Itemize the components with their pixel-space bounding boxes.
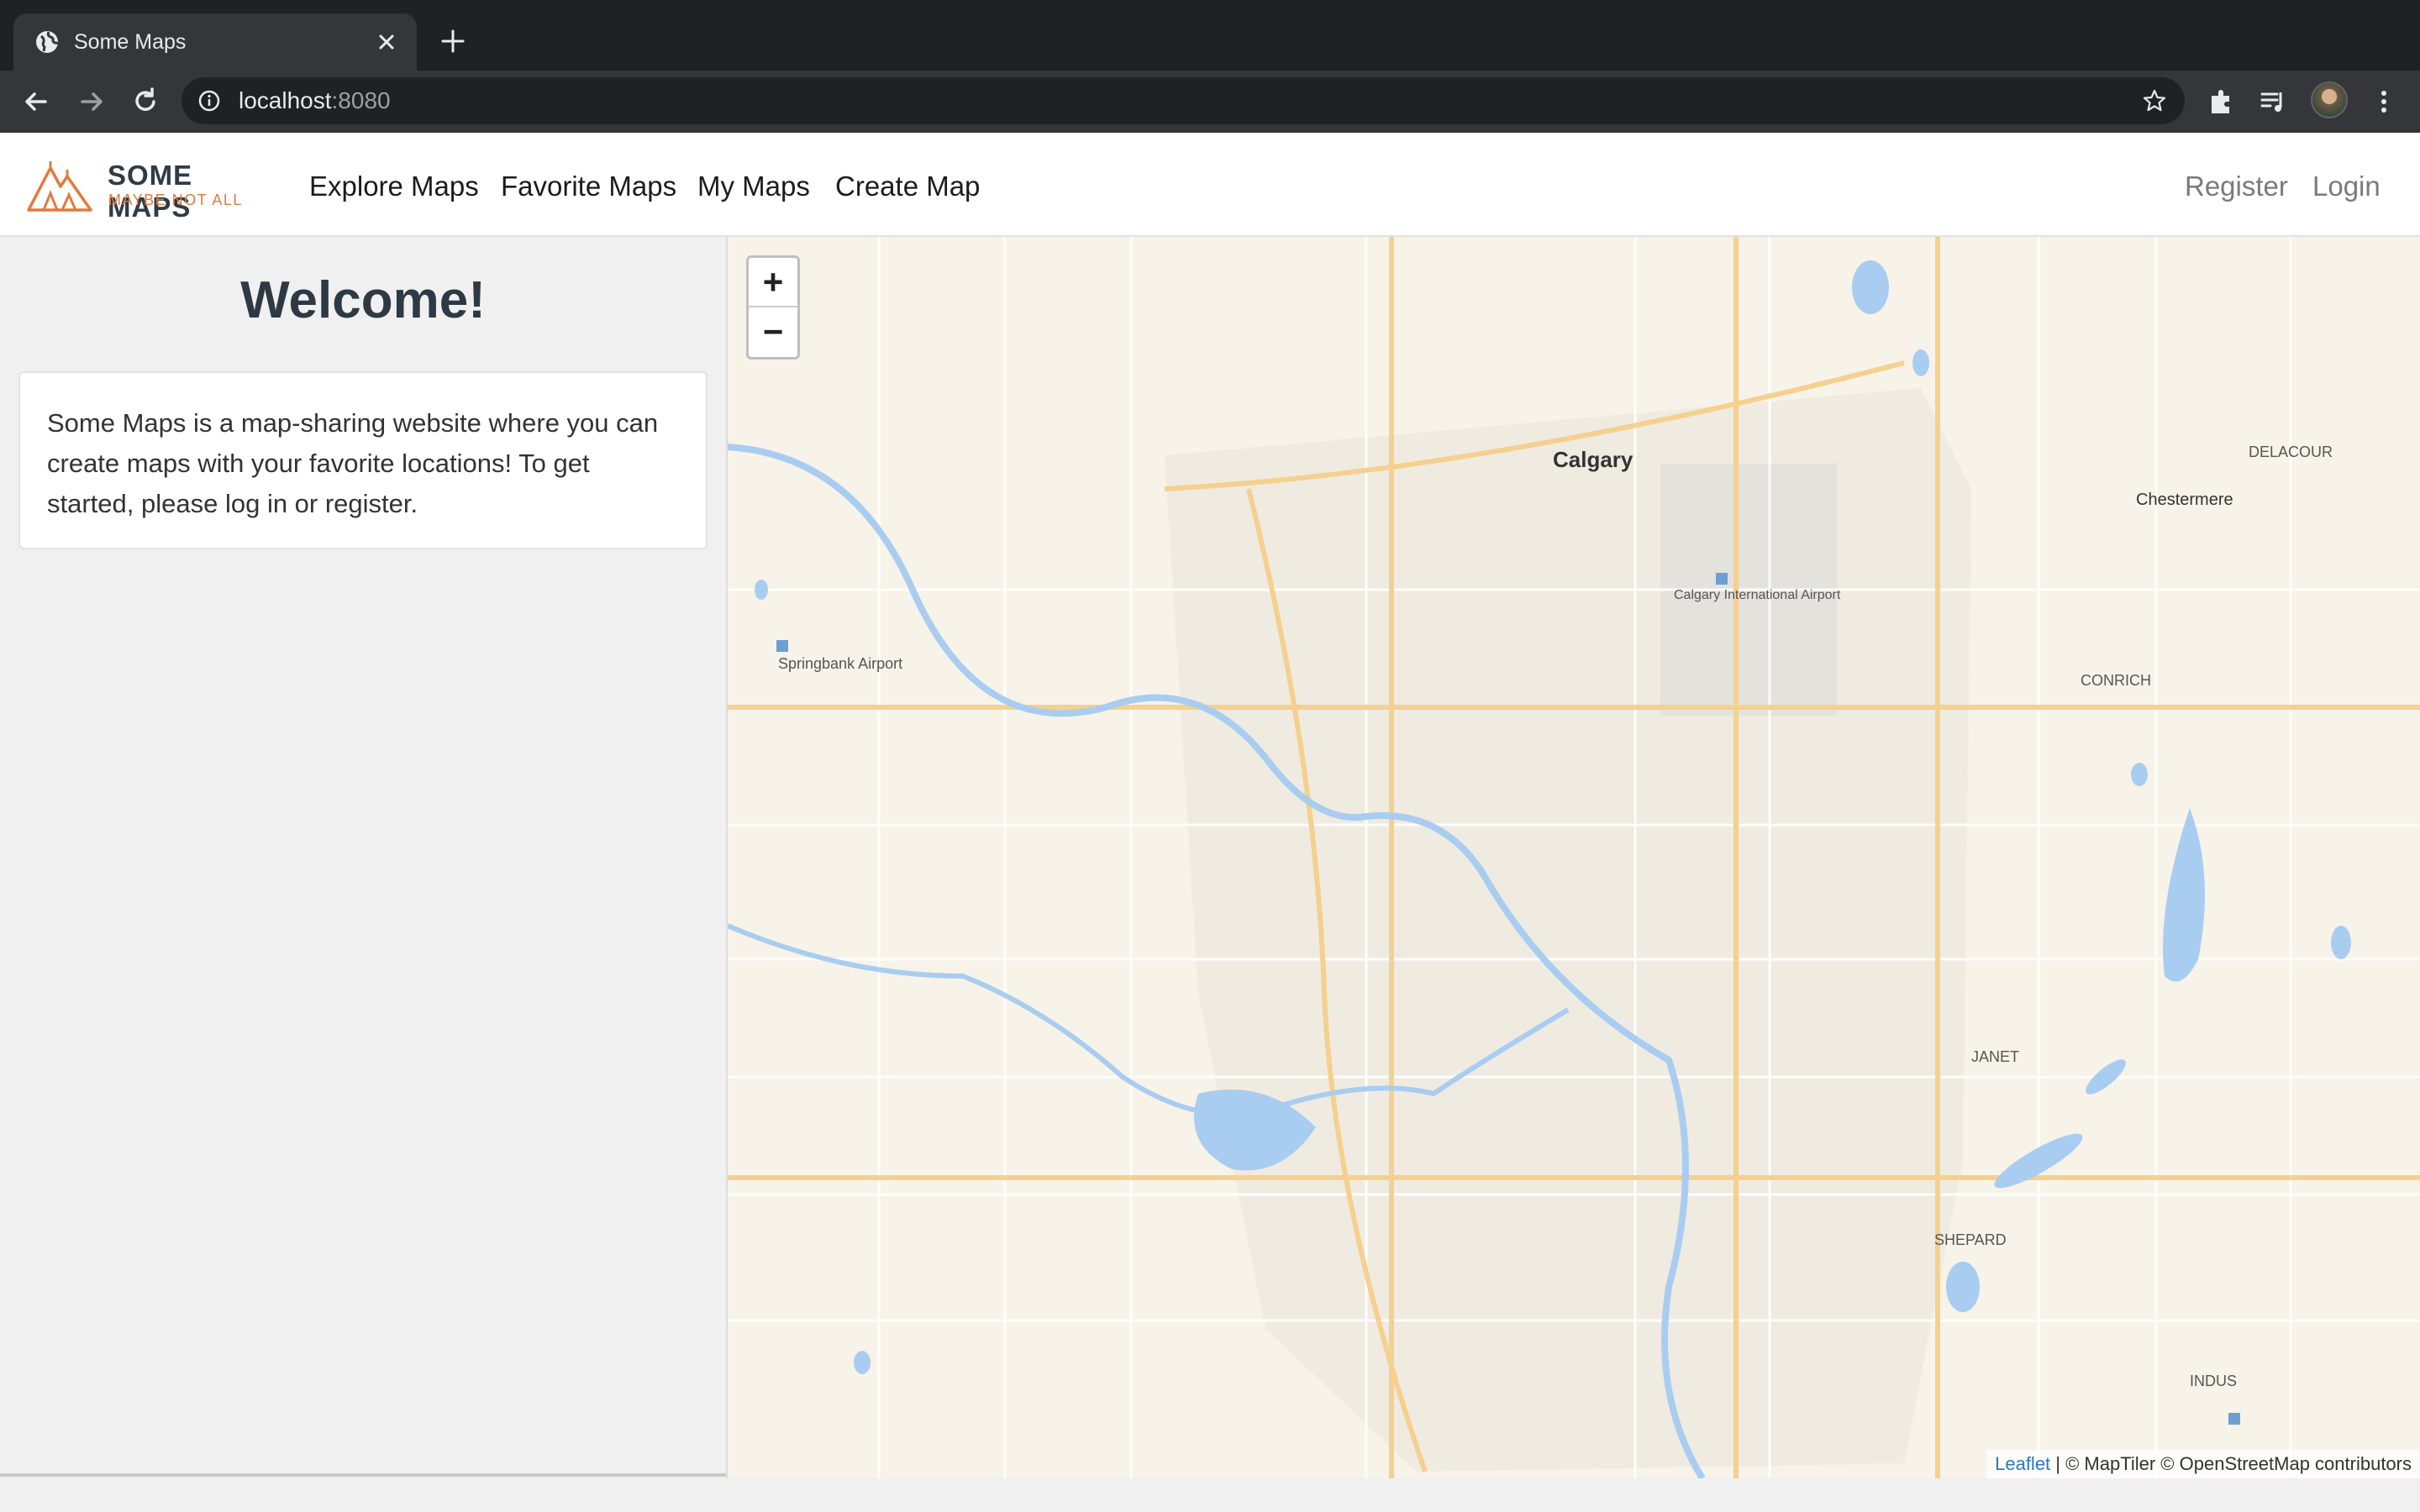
bookmark-star-icon[interactable] — [2141, 87, 2168, 114]
forward-icon[interactable] — [74, 84, 109, 119]
place-label: SHEPARD — [1934, 1231, 2007, 1248]
map-attribution: Leaflet | © MapTiler © OpenStreetMap con… — [1986, 1450, 2420, 1478]
welcome-heading: Welcome! — [240, 271, 486, 329]
nav-create-map[interactable]: Create Map — [835, 170, 980, 203]
browser-tabstrip: Some Maps — [0, 0, 2420, 71]
map-tiles — [728, 237, 2420, 1478]
close-icon[interactable] — [371, 27, 402, 57]
airport-label: Springbank Airport — [778, 655, 903, 672]
place-label: JANET — [1971, 1048, 2020, 1065]
profile-avatar[interactable] — [2311, 81, 2348, 118]
globe-icon — [36, 31, 59, 53]
brand-tagline: MAYBE NOT ALL — [108, 192, 243, 208]
browser-tab[interactable]: Some Maps — [13, 13, 417, 71]
extensions-icon[interactable] — [2203, 84, 2238, 119]
back-icon[interactable] — [18, 84, 54, 119]
url-text: localhost:8080 — [239, 87, 391, 113]
site-info-icon[interactable] — [197, 88, 222, 113]
intro-card: Some Maps is a map-sharing website where… — [18, 371, 708, 549]
site-navbar: SOME MAPS MAYBE NOT ALL Explore Maps Fav… — [0, 133, 2420, 237]
sidebar-panel: Welcome! Some Maps is a map-sharing webs… — [0, 237, 726, 1478]
nav-my-maps[interactable]: My Maps — [697, 170, 810, 203]
reload-icon[interactable] — [128, 84, 163, 119]
map-view[interactable]: Calgary Chestermere Springbank Airport C… — [726, 237, 2420, 1478]
media-queue-icon[interactable] — [2255, 84, 2291, 119]
leaflet-link[interactable]: Leaflet — [1995, 1453, 2050, 1474]
town-label: Chestermere — [2136, 491, 2233, 509]
place-label: INDUS — [2190, 1373, 2238, 1389]
more-menu-icon[interactable] — [2366, 84, 2402, 119]
attribution-text: | © MapTiler © OpenStreetMap contributor… — [2050, 1453, 2412, 1474]
nav-register[interactable]: Register — [2185, 170, 2288, 203]
zoom-in-button[interactable]: + — [749, 258, 797, 307]
page-bottom — [0, 1478, 2420, 1512]
tab-title: Some Maps — [74, 30, 187, 54]
intl-airport-label: Calgary International Airport — [1674, 588, 1841, 602]
brand-home-link[interactable]: SOME MAPS MAYBE NOT ALL — [25, 153, 277, 223]
mountains-logo-icon — [27, 161, 92, 212]
nav-favorite-maps[interactable]: Favorite Maps — [501, 170, 676, 203]
place-label: CONRICH — [2081, 672, 2151, 689]
zoom-out-button[interactable]: − — [749, 307, 797, 357]
intro-text: Some Maps is a map-sharing website where… — [47, 408, 659, 518]
nav-login[interactable]: Login — [2312, 170, 2381, 203]
nav-explore-maps[interactable]: Explore Maps — [309, 170, 479, 203]
place-label: DELACOUR — [2249, 444, 2333, 460]
address-bar[interactable]: localhost:8080 — [182, 77, 2185, 124]
zoom-control: + − — [746, 255, 800, 360]
sidebar-divider — [0, 1473, 728, 1477]
city-label: Calgary — [1553, 447, 1634, 472]
new-tab-icon[interactable] — [437, 25, 469, 57]
